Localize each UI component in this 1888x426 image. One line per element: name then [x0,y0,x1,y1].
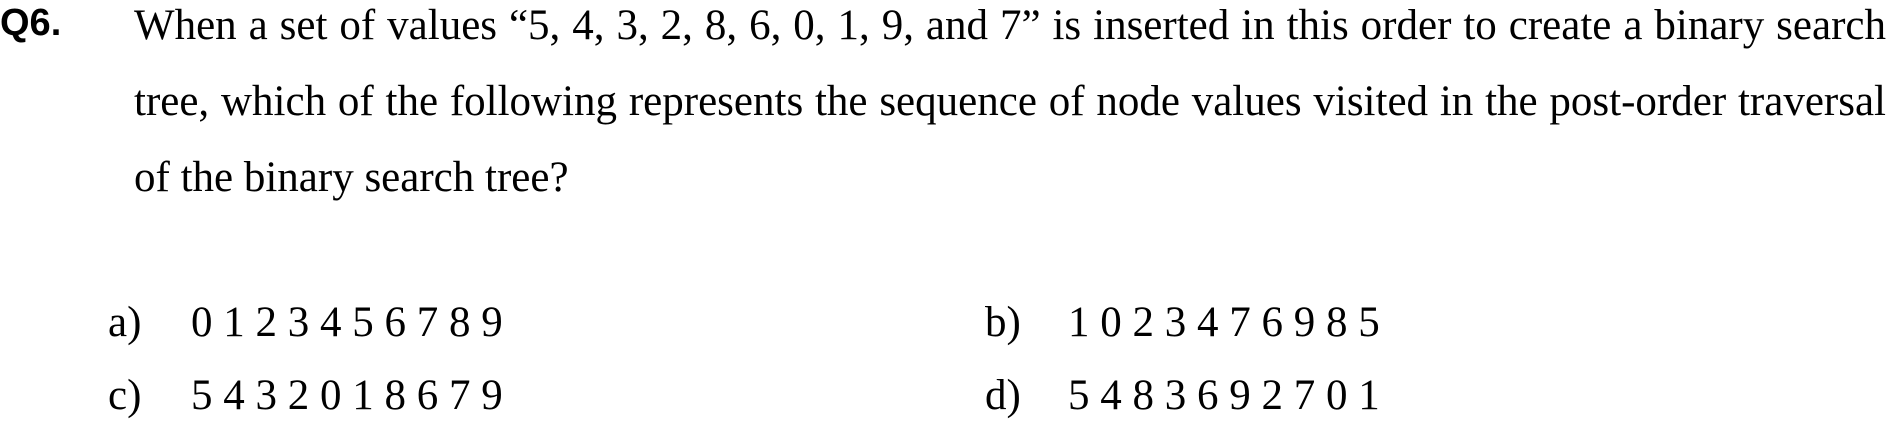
option-letter: c) [108,372,142,419]
option-value: 1 0 2 3 4 7 6 9 8 5 [1068,299,1380,346]
option-b: b) 1 0 2 3 4 7 6 9 8 5 [985,293,1380,353]
option-value: 5 4 8 3 6 9 2 7 0 1 [1068,372,1380,419]
option-d: d) 5 4 8 3 6 9 2 7 0 1 [985,366,1380,426]
question-number: Q6. [0,2,62,44]
option-letter: a) [108,299,142,346]
option-a: a) 0 1 2 3 4 5 6 7 8 9 [108,293,503,353]
option-c: c) 5 4 3 2 0 1 8 6 7 9 [108,366,503,426]
option-letter: b) [985,299,1021,346]
option-value: 5 4 3 2 0 1 8 6 7 9 [191,372,503,419]
question-text: When a set of values “5, 4, 3, 2, 8, 6, … [134,2,1886,201]
option-letter: d) [985,372,1021,419]
option-value: 0 1 2 3 4 5 6 7 8 9 [191,299,503,346]
